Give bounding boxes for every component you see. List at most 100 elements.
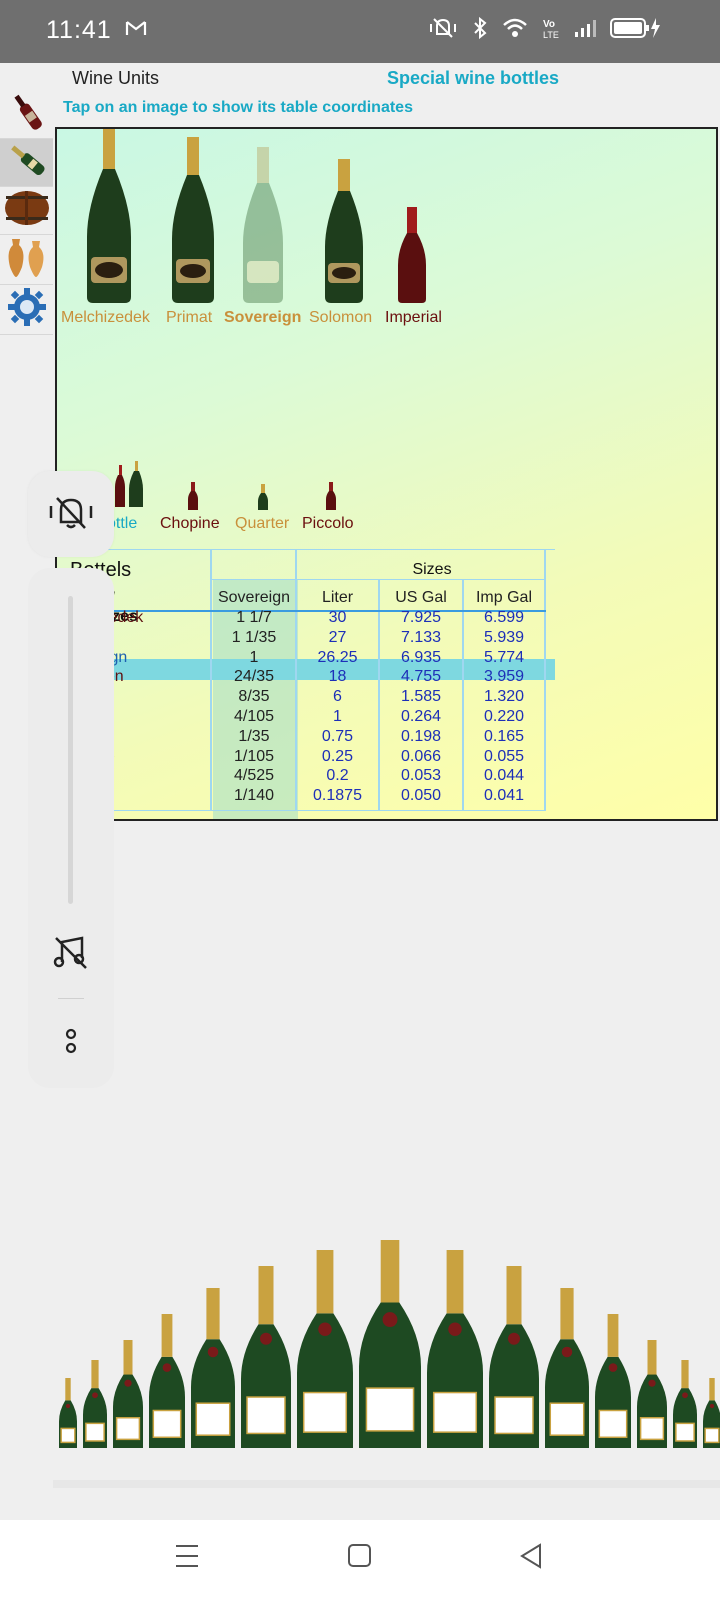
champagne-bottle-shape: [113, 1340, 143, 1448]
table-cell-liter[interactable]: 26.25: [297, 649, 378, 667]
table-cell-sov[interactable]: 1 1/7: [213, 609, 295, 627]
table-cell-impgal[interactable]: 6.599: [464, 609, 544, 627]
sidebar-item-special-bottles[interactable]: [0, 139, 53, 187]
table-cell-liter[interactable]: 30: [297, 609, 378, 627]
svg-text:Vo: Vo: [543, 19, 555, 30]
menu-icon[interactable]: [174, 1542, 200, 1575]
label-quarter-text: Quarter: [235, 515, 290, 532]
sidebar-item-settings[interactable]: [0, 285, 53, 335]
bottle-imperial[interactable]: [394, 205, 474, 405]
label-piccolo[interactable]: Piccolo: [302, 515, 354, 533]
label-imperial-text: Imperial: [385, 309, 442, 326]
col-header-impgal[interactable]: Imp Gal: [464, 589, 544, 607]
table-cell-impgal[interactable]: 5.939: [464, 629, 544, 647]
table-cell-liter[interactable]: 1: [297, 708, 378, 726]
table-cell-sov[interactable]: 1/105: [213, 748, 295, 766]
champagne-bottle-shape: [637, 1340, 667, 1448]
champagne-bottle-shape: [241, 1266, 291, 1448]
label-chopine[interactable]: Chopine: [160, 515, 220, 533]
volume-divider: [58, 998, 84, 999]
table-cell-impgal[interactable]: 0.220: [464, 708, 544, 726]
table-cell-liter[interactable]: 0.25: [297, 748, 378, 766]
table-cell-liter[interactable]: 0.1875: [297, 787, 378, 805]
table-cell-usgal[interactable]: 1.585: [380, 688, 462, 706]
champagne-bottle-shape: [83, 1360, 107, 1448]
volume-slider[interactable]: [68, 596, 73, 904]
champagne-bottle-shape: [703, 1378, 720, 1448]
table-cell-liter[interactable]: 6: [297, 688, 378, 706]
sidebar-item-wine-bottles[interactable]: [0, 91, 53, 139]
bottle-quarter[interactable]: [257, 483, 269, 516]
hint-text: Tap on an image to show its table coordi…: [63, 99, 413, 116]
bottle-melchizedek[interactable]: [79, 129, 159, 327]
sidebar-item-barrels[interactable]: [0, 187, 53, 235]
more-icon[interactable]: [63, 1026, 79, 1061]
table-cell-impgal[interactable]: 1.320: [464, 688, 544, 706]
table-cell-sov[interactable]: 1 1/35: [213, 629, 295, 647]
table-cell-usgal[interactable]: 7.133: [380, 629, 462, 647]
label-imperial[interactable]: Imperial: [385, 309, 442, 327]
table-cell-impgal[interactable]: 0.044: [464, 767, 544, 785]
volte-icon: Vo LTE: [542, 16, 560, 40]
table-cell-liter[interactable]: 0.2: [297, 767, 378, 785]
table-cell-usgal[interactable]: 4.755: [380, 668, 462, 686]
table-cell-usgal[interactable]: 0.053: [380, 767, 462, 785]
table-cell-impgal[interactable]: 3.959: [464, 668, 544, 686]
bottle-primat[interactable]: [165, 135, 245, 335]
table-cell-sov[interactable]: 1/140: [213, 787, 295, 805]
label-solomon-text: Solomon: [309, 309, 373, 326]
table-cell-usgal[interactable]: 0.050: [380, 787, 462, 805]
status-bar: 11:41 Vo LTE: [0, 0, 720, 63]
ringer-toggle-button[interactable]: [28, 471, 114, 557]
champagne-bottle-shape: [489, 1266, 539, 1448]
label-primat[interactable]: Primat: [166, 309, 212, 327]
table-cell-usgal[interactable]: 7.925: [380, 609, 462, 627]
table-cell-sov[interactable]: 4/105: [213, 708, 295, 726]
table-cell-impgal[interactable]: 0.165: [464, 728, 544, 746]
table-cell-liter[interactable]: 27: [297, 629, 378, 647]
bottle-group-small[interactable]: [113, 459, 147, 514]
col-header-sovereign[interactable]: Sovereign: [213, 589, 295, 607]
bottle-piccolo[interactable]: [325, 481, 337, 516]
gear-icon: [6, 286, 48, 333]
label-melchizedek[interactable]: Melchizedek: [61, 309, 150, 327]
table-cell-sov[interactable]: 1/35: [213, 728, 295, 746]
sizes-header: Sizes: [412, 561, 452, 578]
barrel-icon: [4, 188, 50, 233]
music-off-icon[interactable]: [52, 934, 90, 975]
label-piccolo-text: Piccolo: [302, 515, 354, 532]
table-cell-usgal[interactable]: 6.935: [380, 649, 462, 667]
app-title: Wine Units: [72, 68, 160, 88]
table-cell-sov[interactable]: 4/525: [213, 767, 295, 785]
col-header-liter[interactable]: Liter: [297, 589, 378, 607]
table-cell-usgal[interactable]: 0.198: [380, 728, 462, 746]
champagne-bottle-shape: [297, 1250, 353, 1448]
status-time: 11:41: [46, 16, 112, 44]
label-sovereign[interactable]: Sovereign: [224, 309, 301, 327]
table-cell-usgal[interactable]: 0.264: [380, 708, 462, 726]
ringer-off-icon: [47, 492, 95, 537]
table-cell-impgal[interactable]: 0.041: [464, 787, 544, 805]
col-header-usgal[interactable]: US Gal: [380, 589, 462, 607]
table-cell-impgal[interactable]: 0.055: [464, 748, 544, 766]
home-icon[interactable]: [347, 1542, 373, 1575]
table-cell-liter[interactable]: 18: [297, 668, 378, 686]
vibrate-off-icon: [428, 16, 458, 40]
table-cell-impgal[interactable]: 5.774: [464, 649, 544, 667]
back-icon[interactable]: [518, 1542, 544, 1575]
battery-icon: [610, 16, 662, 40]
champagne-bottles-image: [59, 1234, 720, 1448]
label-solomon[interactable]: Solomon: [309, 309, 372, 327]
bottle-chopine[interactable]: [187, 481, 199, 516]
table-cell-usgal[interactable]: 0.066: [380, 748, 462, 766]
table-cell-sov[interactable]: 8/35: [213, 688, 295, 706]
table-cell-liter[interactable]: 0.75: [297, 728, 378, 746]
bottle-solomon[interactable]: [319, 157, 399, 357]
label-quarter[interactable]: Quarter: [235, 515, 289, 533]
table-cell-sov[interactable]: 24/35: [213, 668, 295, 686]
table-cell-sov[interactable]: 1: [213, 649, 295, 667]
sidebar-item-amphoras[interactable]: [0, 235, 53, 285]
bottle-panel: Melchizedek Primat Sovereign Solomon Imp…: [55, 127, 718, 821]
champagne-bottle-icon: [5, 138, 49, 187]
wine-bottle-icon: [5, 90, 49, 139]
